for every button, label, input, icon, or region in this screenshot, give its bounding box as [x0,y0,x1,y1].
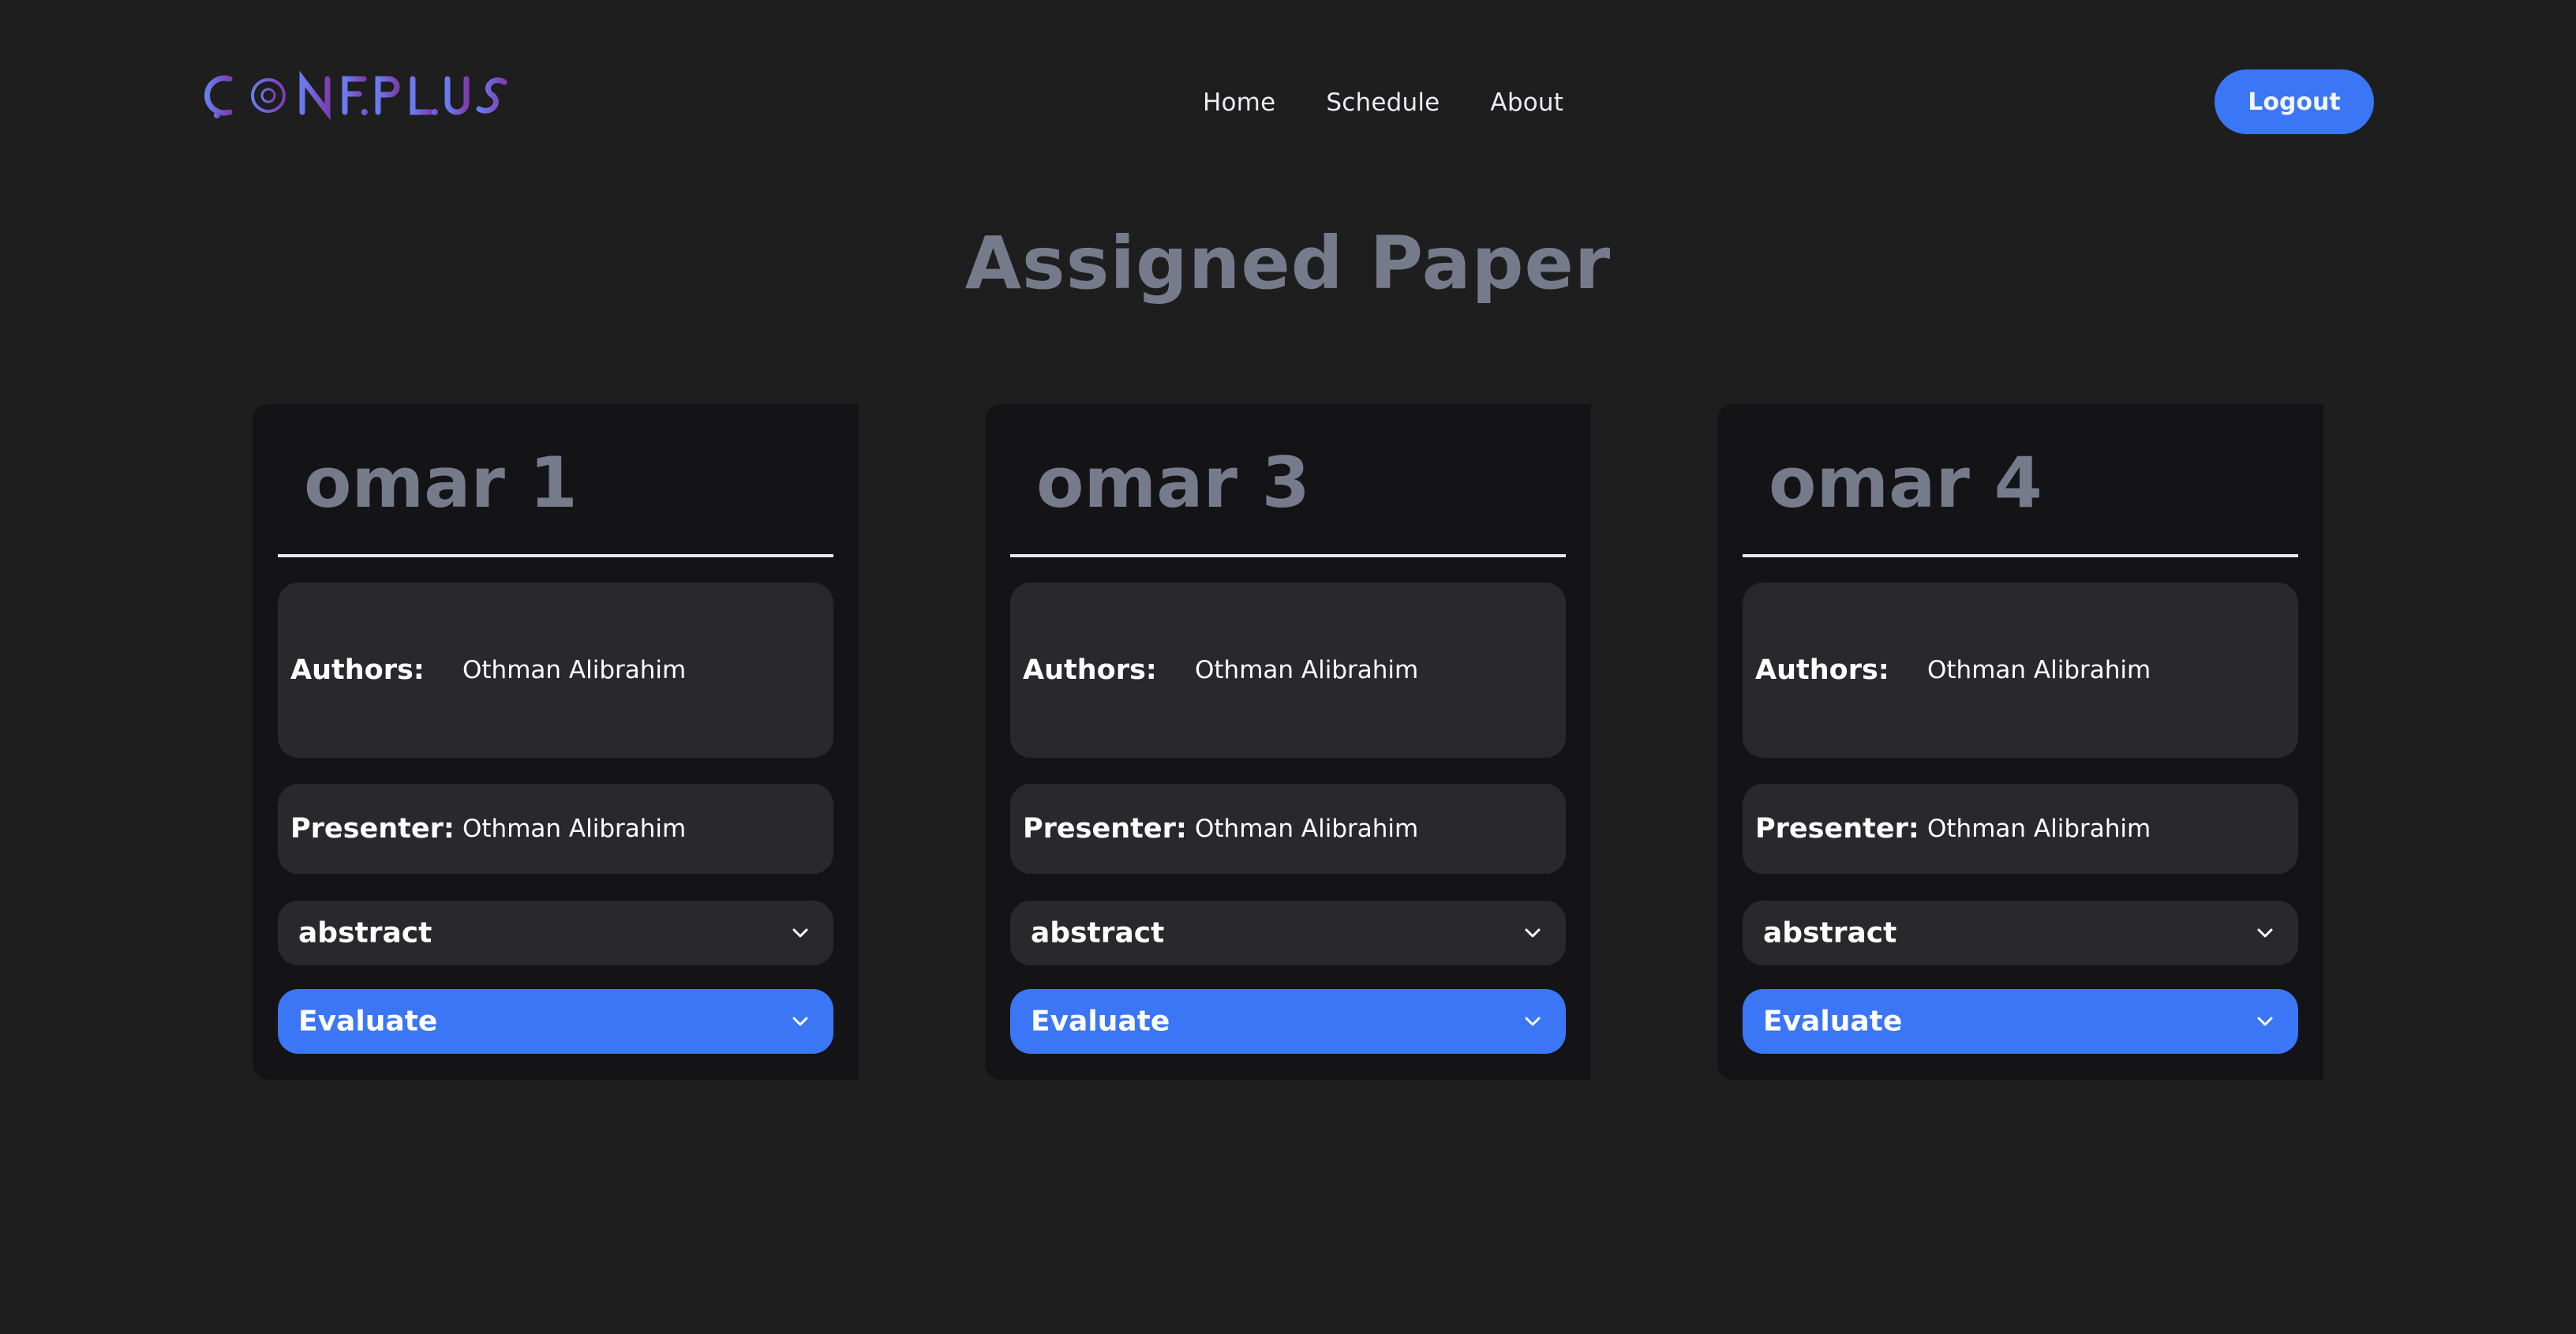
presenter-label: Presenter: [1755,813,1919,845]
chevron-down-icon [1525,928,1541,938]
abstract-label: abstract [298,916,432,950]
chevron-down-icon [2257,1017,2273,1026]
main-nav: Home Schedule About [1203,79,1563,126]
title-divider [1010,554,1566,557]
paper-card: omar 3 Authors: Othman Alibrahim Present… [985,404,1591,1080]
title-divider [278,554,833,557]
authors-field: Authors: Othman Alibrahim [1010,583,1566,758]
evaluate-dropdown[interactable]: Evaluate [1743,989,2298,1054]
title-divider [1743,554,2298,557]
page-title: Assigned Paper [964,221,1612,305]
presenter-value: Othman Alibrahim [1195,815,1419,843]
evaluate-label: Evaluate [1031,1005,1170,1038]
presenter-label: Presenter: [1023,813,1187,845]
evaluate-dropdown[interactable]: Evaluate [1010,989,1566,1054]
site-header: Home Schedule About Logout [0,0,2576,205]
presenter-label: Presenter: [290,813,455,845]
logout-button[interactable]: Logout [2215,69,2374,134]
authors-value: Othman Alibrahim [462,656,687,684]
authors-label: Authors: [1023,654,1157,686]
paper-title: omar 1 [304,442,578,523]
paper-cards: omar 1 Authors: Othman Alibrahim Present… [0,404,2576,1083]
evaluate-label: Evaluate [1763,1005,1903,1038]
authors-field: Authors: Othman Alibrahim [1743,583,2298,758]
abstract-dropdown[interactable]: abstract [278,901,833,965]
chevron-down-icon [2257,928,2273,938]
authors-value: Othman Alibrahim [1195,656,1419,684]
chevron-down-icon [792,1017,808,1026]
authors-value: Othman Alibrahim [1927,656,2151,684]
abstract-dropdown[interactable]: abstract [1010,901,1566,965]
abstract-label: abstract [1031,916,1165,950]
paper-card: omar 1 Authors: Othman Alibrahim Present… [253,404,859,1080]
presenter-field: Presenter: Othman Alibrahim [1010,784,1566,874]
evaluate-dropdown[interactable]: Evaluate [278,989,833,1054]
nav-link-home[interactable]: Home [1203,88,1275,117]
confplus-logo[interactable] [201,68,549,123]
presenter-value: Othman Alibrahim [462,815,687,843]
authors-label: Authors: [1755,654,1889,686]
abstract-label: abstract [1763,916,1897,950]
paper-card: omar 4 Authors: Othman Alibrahim Present… [1717,404,2323,1080]
authors-field: Authors: Othman Alibrahim [278,583,833,758]
nav-link-about[interactable]: About [1490,88,1563,117]
nav-link-schedule[interactable]: Schedule [1326,88,1440,117]
paper-title: omar 4 [1769,442,2042,523]
presenter-value: Othman Alibrahim [1927,815,2151,843]
abstract-dropdown[interactable]: abstract [1743,901,2298,965]
chevron-down-icon [1525,1017,1541,1026]
presenter-field: Presenter: Othman Alibrahim [278,784,833,874]
presenter-field: Presenter: Othman Alibrahim [1743,784,2298,874]
paper-title: omar 3 [1036,442,1310,523]
chevron-down-icon [792,928,808,938]
evaluate-label: Evaluate [298,1005,438,1038]
authors-label: Authors: [290,654,425,686]
